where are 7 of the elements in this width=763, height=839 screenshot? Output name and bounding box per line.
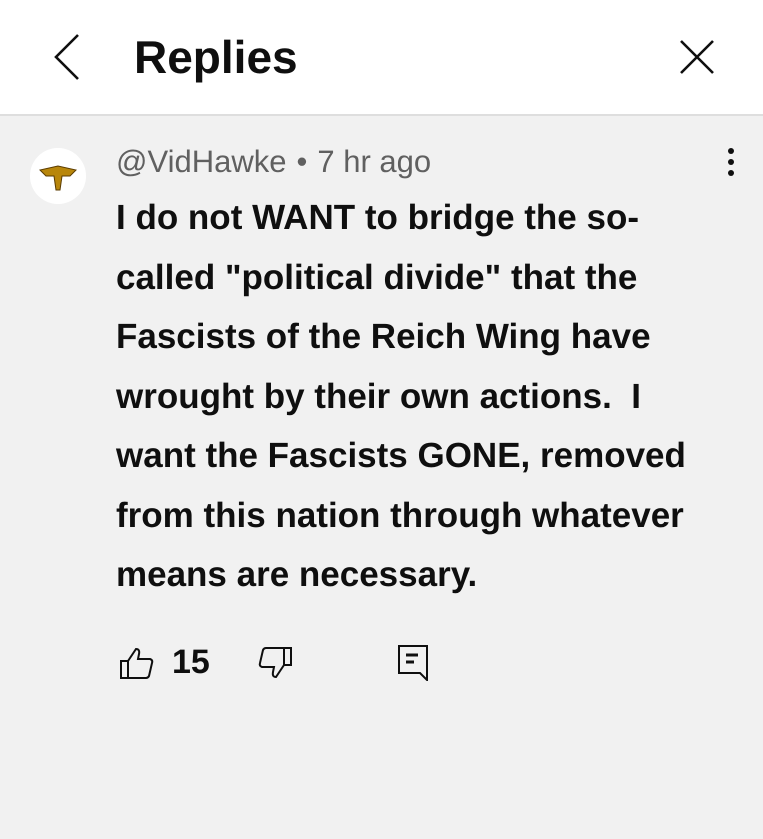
like-count: 15 (172, 643, 210, 682)
comment-text: I do not WANT to bridge the so-called "political divide" that the Fascists of the Reich Wing have wrought by their own actions. I want the Fascists GONE, removed from this nation through whatever means are necessary. (116, 197, 687, 596)
comment-time: 7 hr ago (317, 144, 432, 180)
comment-author[interactable]: @VidHawke (116, 144, 286, 180)
more-vertical-icon (727, 147, 735, 177)
separator-dot: • (296, 144, 308, 180)
page-title: Replies (134, 30, 299, 84)
